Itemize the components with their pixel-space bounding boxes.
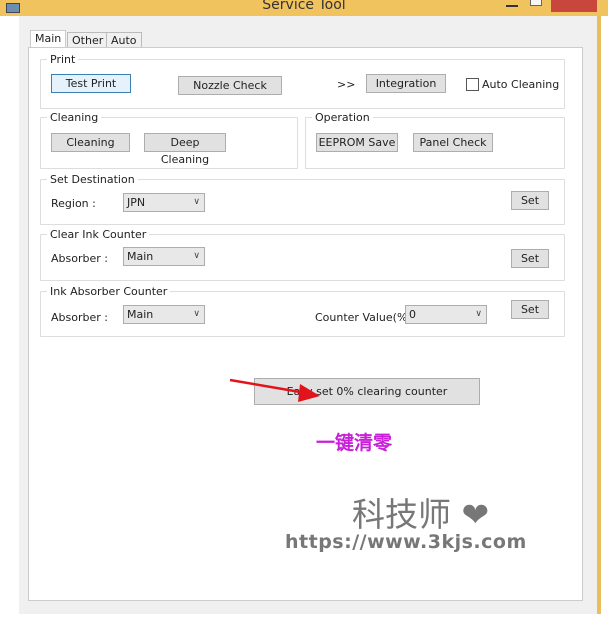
watermark-name: 科技师 ❤: [352, 495, 490, 534]
nozzle-check-button[interactable]: Nozzle Check: [178, 76, 282, 95]
eeprom-save-button[interactable]: EEPROM Save: [316, 133, 398, 152]
auto-cleaning-label: Auto Cleaning: [482, 78, 560, 91]
absorber-select[interactable]: Main ∨: [123, 247, 205, 266]
set-destination-label: Set Destination: [47, 173, 138, 186]
chevron-down-icon: ∨: [193, 309, 200, 319]
heart-icon: ❤: [461, 495, 490, 534]
set-destination-group: Set Destination: [40, 173, 565, 225]
region-select[interactable]: JPN ∨: [123, 193, 205, 212]
panel-check-button[interactable]: Panel Check: [413, 133, 493, 152]
annotation-text: 一键清零: [315, 432, 392, 454]
counter-value: 0: [409, 308, 416, 321]
cleaning-button[interactable]: Cleaning: [51, 133, 130, 152]
integration-button[interactable]: Integration: [366, 74, 446, 93]
chevron-down-icon: ∨: [193, 251, 200, 261]
ink-absorber-set-button[interactable]: Set: [511, 300, 549, 319]
chevron-down-icon: ∨: [193, 197, 200, 207]
minimize-button[interactable]: [500, 0, 526, 10]
close-button[interactable]: [551, 0, 597, 12]
print-group-label: Print: [47, 53, 79, 66]
tab-main[interactable]: Main: [30, 30, 67, 48]
absorber-value: Main: [127, 250, 154, 263]
absorber-label: Absorber :: [51, 311, 108, 324]
deep-cleaning-button[interactable]: Deep Cleaning: [144, 133, 226, 166]
ink-absorber-counter-label: Ink Absorber Counter: [47, 285, 171, 298]
auto-cleaning-checkbox[interactable]: [466, 78, 479, 91]
absorber-label: Absorber :: [51, 252, 108, 265]
test-print-button[interactable]: Test Print: [51, 74, 131, 93]
chevron-down-icon: ∨: [475, 309, 482, 319]
region-label: Region :: [51, 197, 96, 210]
cleaning-group-label: Cleaning: [47, 111, 102, 124]
clear-ink-counter-group: Clear Ink Counter: [40, 228, 565, 281]
destination-set-button[interactable]: Set: [511, 191, 549, 210]
chevron-label: >>: [337, 78, 356, 91]
red-arrow-annotation: [229, 378, 320, 402]
clear-ink-counter-label: Clear Ink Counter: [47, 228, 150, 241]
tab-other[interactable]: Other: [67, 32, 109, 48]
absorber-value: Main: [127, 308, 154, 321]
clear-ink-set-button[interactable]: Set: [511, 249, 549, 268]
maximize-button[interactable]: [530, 0, 542, 6]
tab-auto[interactable]: Auto: [106, 32, 142, 48]
watermark-url: https://www.3kjs.com: [285, 531, 527, 553]
counter-value-label: Counter Value(%): [315, 311, 412, 324]
region-value: JPN: [127, 196, 146, 209]
absorber-select[interactable]: Main ∨: [123, 305, 205, 324]
title-bar[interactable]: Service Tool: [0, 0, 608, 16]
counter-value-select[interactable]: 0 ∨: [405, 305, 487, 324]
operation-group-label: Operation: [312, 111, 373, 124]
